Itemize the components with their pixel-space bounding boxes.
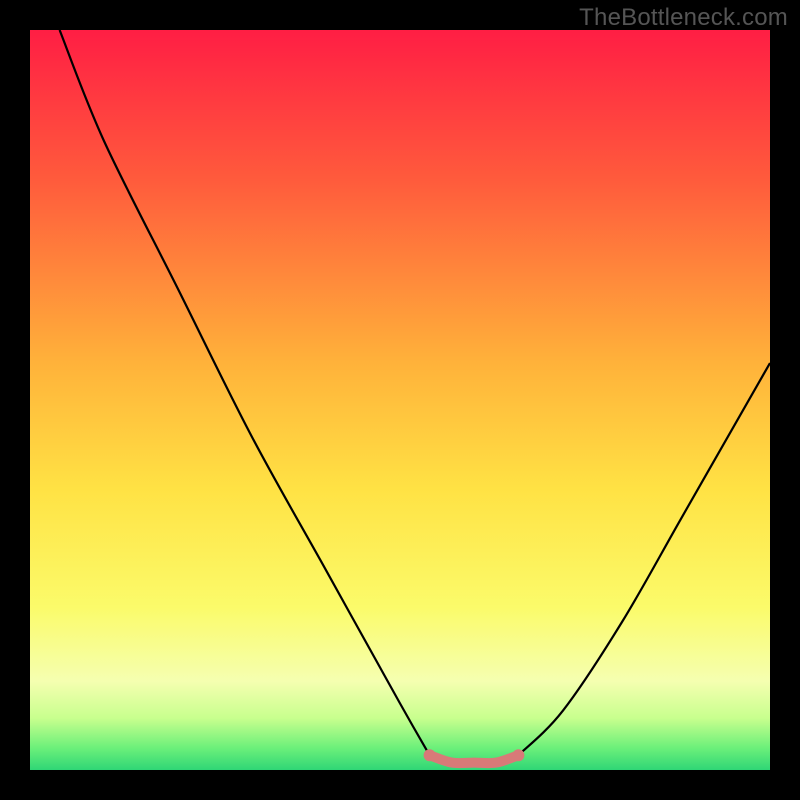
curve-right-branch xyxy=(518,363,770,755)
curve-left-branch xyxy=(60,30,430,755)
flat-end-dot xyxy=(512,749,524,761)
curve-flat-highlight xyxy=(430,755,519,763)
chart-frame: TheBottleneck.com xyxy=(0,0,800,800)
bottleneck-curve xyxy=(30,30,770,770)
watermark-text: TheBottleneck.com xyxy=(579,4,788,32)
flat-start-dot xyxy=(424,749,436,761)
plot-area xyxy=(30,30,770,770)
